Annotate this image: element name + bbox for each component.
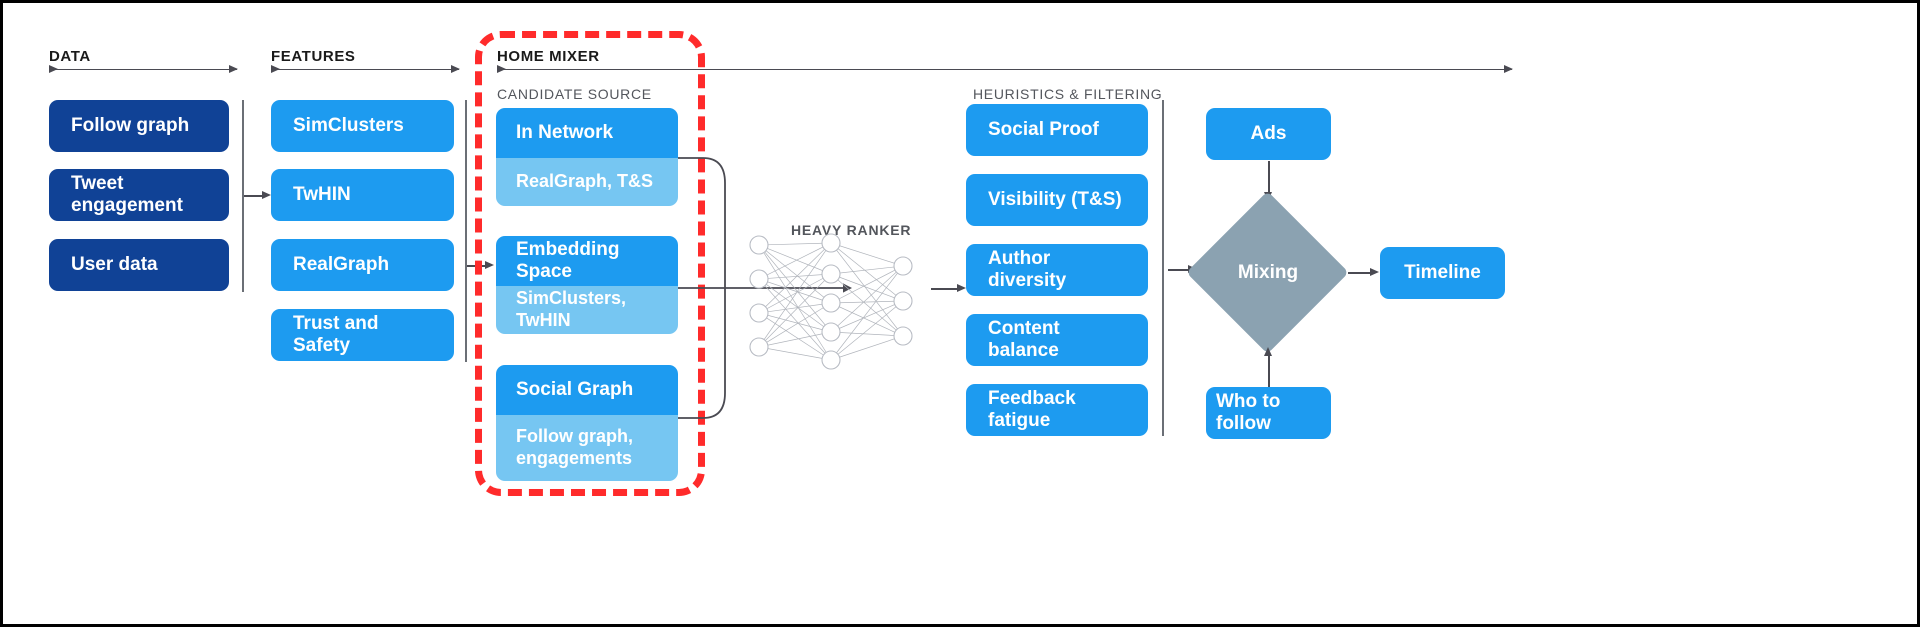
data-card-user-data[interactable]: User data [49,239,229,291]
features-card-trust-and-safety[interactable]: Trust and Safety [271,309,454,361]
mixing-label: Mixing [1237,262,1299,283]
candidate-source-detail-social-graph: Follow graph, engagements [496,415,678,481]
arrow-ranker-to-heuristics [931,284,966,292]
stage-label-features: FEATURES [271,48,356,65]
data-card-follow-graph[interactable]: Follow graph [49,100,229,152]
candidate-source-title-social-graph: Social Graph [496,365,678,415]
candidate-source-detail-embedding-space: SimClusters, TwHIN [496,286,678,334]
candidate-source-card-embedding-space[interactable]: Embedding Space SimClusters, TwHIN [496,236,678,334]
heuristics-card-social-proof[interactable]: Social Proof [966,104,1148,156]
arrow-heuristics-to-mixing [1168,265,1197,273]
heuristics-card-content-balance[interactable]: Content balance [966,314,1148,366]
diagram-canvas: DATA FEATURES HOME MIXER CANDIDATE SOURC… [0,0,1920,627]
heuristics-card-author-diversity[interactable]: Author diversity [966,244,1148,296]
stage-label-home-mixer: HOME MIXER [497,48,600,65]
arrow-who-to-follow-to-mixing [1264,347,1272,387]
arrow-mixing-to-timeline [1348,268,1379,276]
arrow-ads-to-mixing [1264,161,1272,201]
stage-label-data: DATA [49,48,91,65]
heavy-ranker-network [749,233,913,370]
arrow-data-to-features [244,191,271,199]
features-card-simclusters[interactable]: SimClusters [271,100,454,152]
features-card-twhin[interactable]: TwHIN [271,169,454,221]
candidate-source-detail-in-network: RealGraph, T&S [496,158,678,206]
candidate-source-title-embedding-space: Embedding Space [496,236,678,286]
candidate-source-card-in-network[interactable]: In Network RealGraph, T&S [496,108,678,206]
output-card-who-to-follow[interactable]: Who to follow [1206,387,1331,439]
output-card-timeline[interactable]: Timeline [1380,247,1505,299]
heuristics-card-visibility[interactable]: Visibility (T&S) [966,174,1148,226]
features-card-realgraph[interactable]: RealGraph [271,239,454,291]
candidate-source-card-social-graph[interactable]: Social Graph Follow graph, engagements [496,365,678,481]
subheading-candidate-source: CANDIDATE SOURCE [497,86,652,102]
stage-rule-data [49,65,238,73]
arrow-features-to-candidate-source [467,261,494,269]
subheading-heuristics-filtering: HEURISTICS & FILTERING [973,86,1163,102]
stage-rule-home-mixer [497,65,1513,73]
candidate-source-title-in-network: In Network [496,108,678,158]
heuristics-card-feedback-fatigue[interactable]: Feedback fatigue [966,384,1148,436]
stage-rule-features [271,65,460,73]
divider-heuristics-output [1162,100,1164,436]
divider-features-mixer [465,100,467,362]
output-card-ads[interactable]: Ads [1206,108,1331,160]
data-card-tweet-engagement[interactable]: Tweet engagement [49,169,229,221]
